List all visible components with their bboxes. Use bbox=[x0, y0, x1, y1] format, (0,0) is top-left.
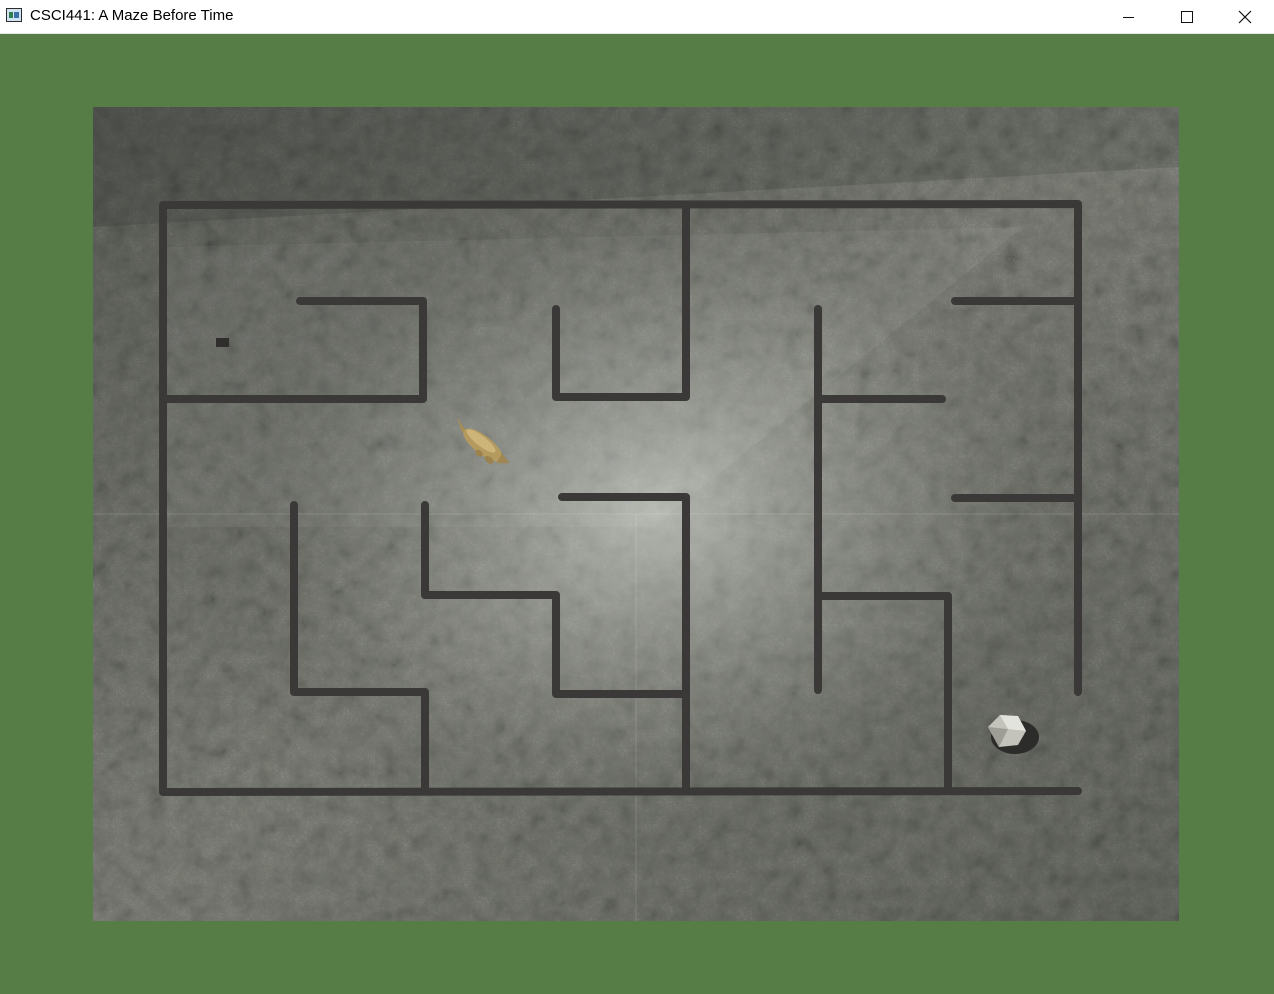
app-icon bbox=[6, 8, 22, 22]
close-icon bbox=[1238, 10, 1252, 23]
window-title: CSCI441: A Maze Before Time bbox=[30, 7, 234, 24]
maximize-button[interactable] bbox=[1158, 0, 1216, 33]
maximize-icon bbox=[1181, 10, 1193, 23]
minimize-icon bbox=[1123, 16, 1134, 18]
maze-scene bbox=[93, 107, 1179, 921]
minimize-button[interactable] bbox=[1100, 0, 1158, 33]
title-bar[interactable]: CSCI441: A Maze Before Time bbox=[0, 0, 1274, 34]
floor-shading bbox=[93, 107, 1179, 921]
game-viewport[interactable] bbox=[93, 107, 1179, 921]
start-marker bbox=[216, 338, 229, 347]
close-button[interactable] bbox=[1216, 0, 1274, 33]
game-window: CSCI441: A Maze Before Time bbox=[0, 0, 1274, 994]
